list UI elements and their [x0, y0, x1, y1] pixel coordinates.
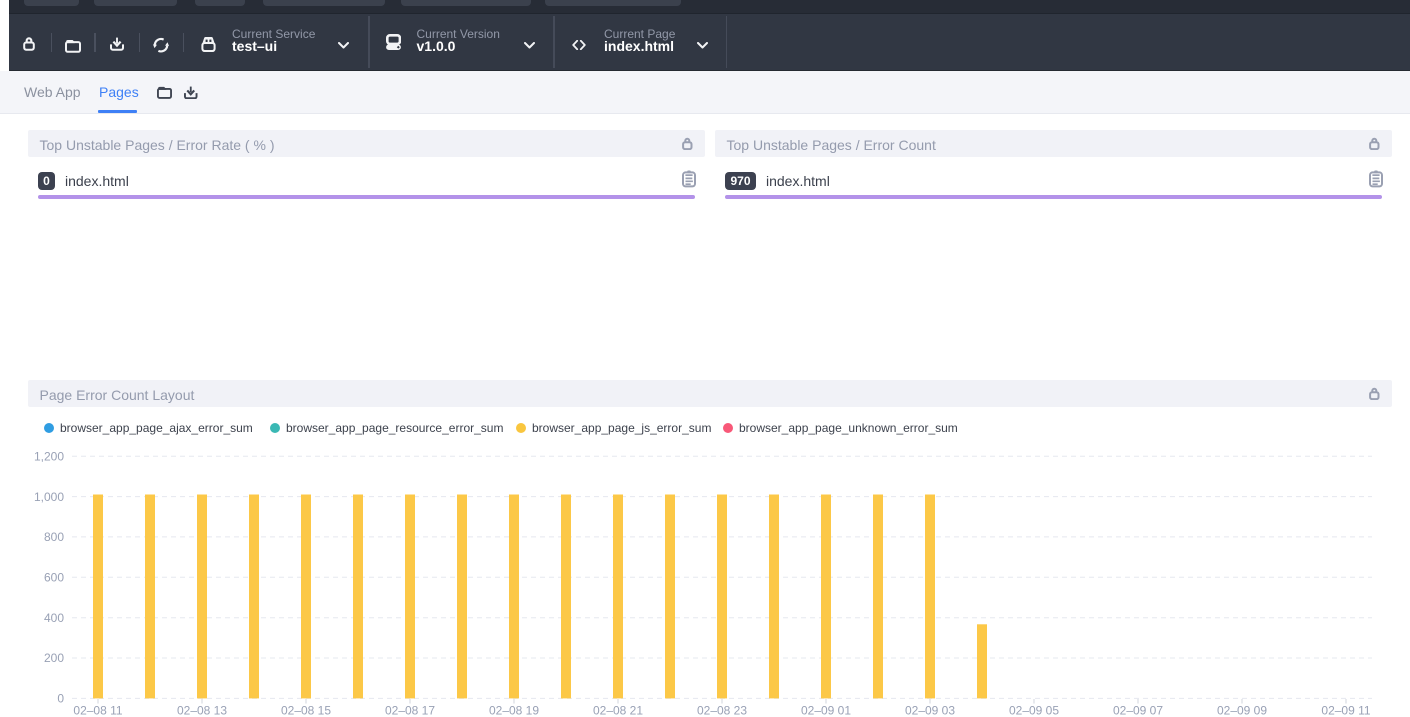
svg-text:1,200: 1,200	[34, 449, 64, 463]
svg-text:02–09 05: 02–09 05	[1009, 704, 1059, 717]
svg-text:02–09 09: 02–09 09	[1217, 704, 1267, 717]
svg-text:200: 200	[44, 651, 64, 665]
svg-text:1,000: 1,000	[34, 490, 64, 504]
svg-text:600: 600	[44, 571, 64, 585]
svg-text:02–09 01: 02–09 01	[801, 704, 851, 717]
svg-text:800: 800	[44, 530, 64, 544]
svg-text:02–08 23: 02–08 23	[697, 704, 747, 717]
svg-text:02–09 11: 02–09 11	[1321, 704, 1370, 717]
svg-text:02–08 19: 02–08 19	[489, 704, 539, 717]
svg-text:02–08 15: 02–08 15	[281, 704, 331, 717]
svg-text:02–09 07: 02–09 07	[1113, 704, 1163, 717]
svg-text:02–08 13: 02–08 13	[177, 704, 227, 717]
svg-text:02–08 11: 02–08 11	[73, 704, 122, 717]
svg-text:02–08 21: 02–08 21	[593, 704, 643, 717]
svg-text:400: 400	[44, 611, 64, 625]
svg-text:02–08 17: 02–08 17	[385, 704, 435, 717]
svg-text:02–09 03: 02–09 03	[905, 704, 955, 717]
svg-text:0: 0	[57, 692, 64, 706]
